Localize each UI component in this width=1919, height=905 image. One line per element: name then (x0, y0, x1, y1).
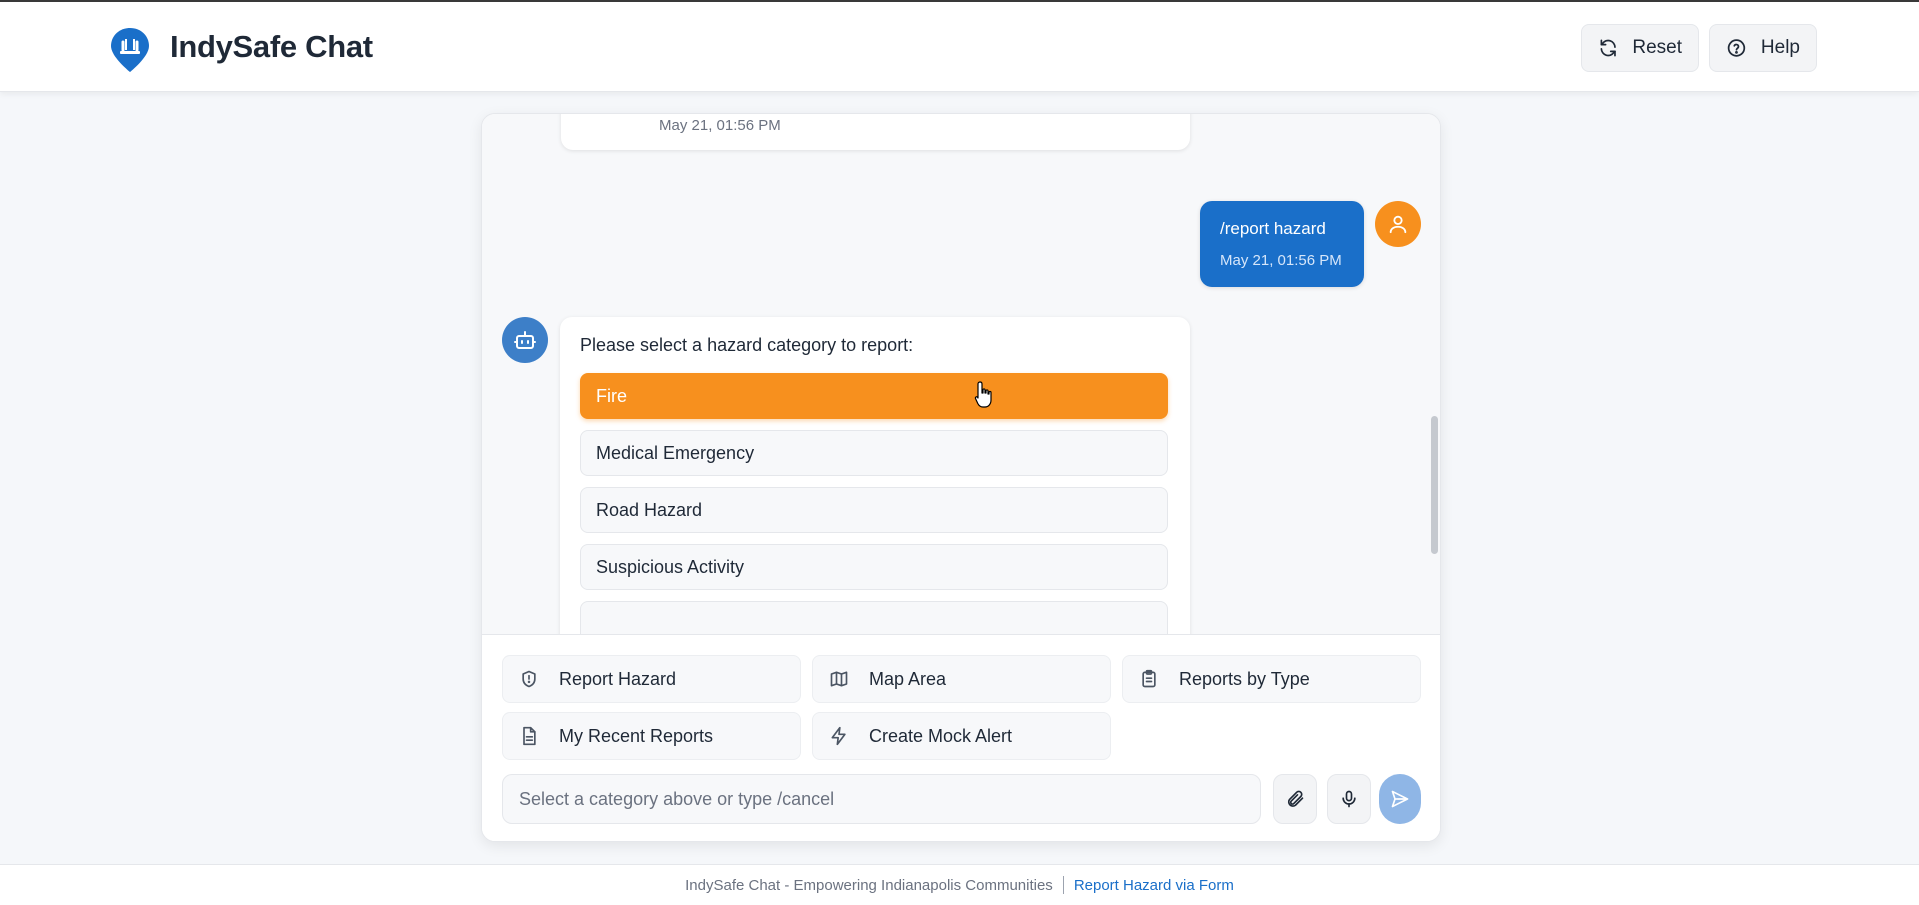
app-title: IndySafe Chat (170, 29, 373, 64)
message-scrollbar[interactable] (1431, 416, 1438, 554)
chat-panel: May 21, 01:56 PM /report hazard May 21, … (481, 113, 1441, 842)
message-input[interactable] (502, 774, 1261, 824)
app-footer: IndySafe Chat - Empowering Indianapolis … (0, 864, 1919, 905)
message-timestamp: May 21, 01:56 PM (659, 117, 781, 134)
previous-bot-message: May 21, 01:56 PM (561, 114, 1190, 150)
paperclip-icon (1287, 790, 1304, 807)
shield-icon (522, 670, 536, 688)
message-timestamp: May 21, 01:56 PM (1220, 252, 1342, 269)
document-icon (523, 726, 536, 746)
help-circle-icon (1727, 39, 1746, 57)
quick-action-label: Reports by Type (1179, 668, 1310, 689)
reports-by-type-button[interactable]: Reports by Type (1122, 655, 1421, 703)
option-fire[interactable]: Fire (580, 373, 1168, 419)
pointer-cursor-icon (974, 381, 992, 408)
report-hazard-form-link[interactable]: Report Hazard via Form (1074, 877, 1234, 894)
quick-action-label: Report Hazard (559, 668, 677, 689)
bot-avatar (502, 317, 548, 363)
message-list[interactable]: May 21, 01:56 PM /report hazard May 21, … (482, 114, 1440, 634)
quick-action-label: Map Area (869, 668, 947, 689)
refresh-icon (1600, 39, 1616, 57)
bot-message: Please select a hazard category to repor… (560, 317, 1190, 634)
help-label: Help (1760, 37, 1800, 58)
reset-label: Reset (1632, 37, 1682, 58)
option-medical-emergency[interactable]: Medical Emergency (580, 430, 1168, 476)
bot-prompt-text: Please select a hazard category to repor… (580, 335, 914, 355)
microphone-icon (1342, 790, 1356, 808)
lightning-icon (831, 726, 846, 746)
footer-divider (1062, 876, 1064, 894)
option-road-hazard[interactable]: Road Hazard (580, 487, 1168, 533)
composer-area: Report Hazard Map Area Reports by Type M… (482, 634, 1440, 841)
reset-button[interactable]: Reset (1581, 24, 1699, 72)
send-icon (1391, 790, 1409, 808)
map-area-button[interactable]: Map Area (812, 655, 1111, 703)
voice-input-button[interactable] (1327, 774, 1371, 824)
help-button[interactable]: Help (1709, 24, 1817, 72)
quick-action-label: My Recent Reports (559, 725, 714, 746)
option-suspicious-activity[interactable]: Suspicious Activity (580, 544, 1168, 590)
map-icon (830, 671, 848, 687)
user-message-text: /report hazard (1220, 219, 1326, 238)
attach-button[interactable] (1273, 774, 1317, 824)
footer-text: IndySafe Chat - Empowering Indianapolis … (685, 876, 1053, 894)
create-mock-alert-button[interactable]: Create Mock Alert (812, 712, 1111, 760)
quick-action-label: Create Mock Alert (869, 725, 1013, 746)
app-header: IndySafe Chat Reset Help (0, 2, 1919, 92)
clipboard-icon (1142, 669, 1156, 688)
user-avatar (1375, 201, 1421, 247)
user-message: /report hazard May 21, 01:56 PM (1200, 201, 1364, 287)
option-partially-hidden[interactable] (580, 601, 1168, 634)
app-logo-icon (111, 28, 149, 72)
send-button[interactable] (1379, 774, 1421, 824)
bot-icon (514, 331, 536, 349)
report-hazard-button[interactable]: Report Hazard (502, 655, 801, 703)
user-icon (1389, 215, 1407, 234)
my-recent-reports-button[interactable]: My Recent Reports (502, 712, 801, 760)
